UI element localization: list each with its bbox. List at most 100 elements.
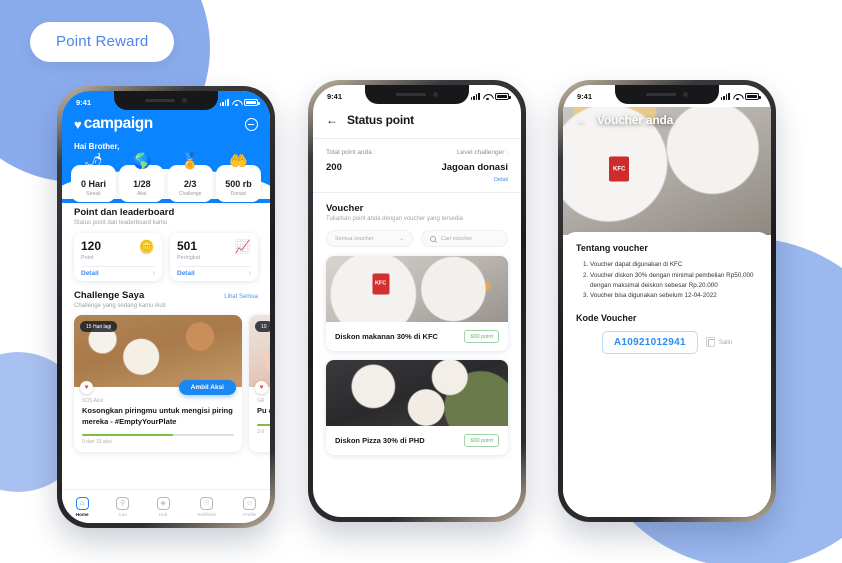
camera-icon <box>683 92 688 97</box>
challenge-section-title: Challenge Saya <box>74 290 145 302</box>
detail-link[interactable]: Detail <box>326 177 508 183</box>
back-arrow-icon[interactable]: ← <box>326 114 338 126</box>
copy-label: Salin <box>718 339 733 346</box>
tab-label: Cari <box>118 511 127 517</box>
stat-card-challenge[interactable]: 🏅 2/3 Challenge <box>167 154 213 202</box>
home-icon: ⌂ <box>75 496 89 510</box>
stats-row: 🌶 0 Hari Streak 🌎 1/28 Aksi 🏅 2/3 Challe… <box>62 154 270 202</box>
challenge-card[interactable]: 15 Hari lagi ♥ Ambil Aksi SOS Aksi Koson… <box>74 315 242 453</box>
phone-mockup-voucher-detail: 9:41 ← Voucher anda KFC Tentang voucher … <box>558 80 776 522</box>
search-icon: ⚲ <box>116 496 130 510</box>
home-body: Point dan leaderboard Status point dan l… <box>62 203 270 471</box>
progress-fill <box>257 423 270 427</box>
list-item: Voucher dapat digunakan di KFC <box>590 260 758 270</box>
voucher-image: KFC <box>326 256 508 322</box>
status-time: 9:41 <box>327 91 343 101</box>
copy-code-button[interactable]: Salin <box>706 337 733 348</box>
app-title: campaign <box>83 115 154 132</box>
point-reward-label: Point Reward <box>56 33 149 50</box>
battery-icon <box>495 92 511 100</box>
chart-up-icon: 📈 <box>234 239 251 254</box>
challenge-meta: GR <box>257 398 265 405</box>
voucher-filters: Semua voucher ⌄ Cari voucher <box>326 230 508 247</box>
voucher-hero-image: 9:41 ← Voucher anda KFC <box>563 85 771 235</box>
challenge-meta: SOS Aksi <box>82 398 104 405</box>
point-caption: Point <box>81 255 94 262</box>
level-label: Level challenger : <box>457 149 508 156</box>
challenge-section-subtitle: Challenge yang sedang kamu ikuti <box>74 303 166 310</box>
voucher-search-input[interactable]: Cari voucher <box>421 230 508 247</box>
point-section-subtitle: Status point dan leaderboard kamu <box>74 220 168 226</box>
tab-hub[interactable]: ◈ Hub <box>156 496 170 517</box>
voucher-detail-header: ← Voucher anda <box>563 107 771 127</box>
stat-card-donasi[interactable]: 🤲 500 rb Donasi <box>215 154 261 202</box>
coins-icon: 🪙 <box>138 239 155 254</box>
tab-label: Notifikasi <box>197 511 216 517</box>
donation-hand-icon: 🤲 <box>229 153 248 170</box>
chat-icon[interactable] <box>245 117 258 131</box>
brand-row: ♥ campaign <box>62 113 270 133</box>
point-card[interactable]: 120 Point 🪙 Detail › <box>74 233 162 282</box>
progress-bar <box>82 433 234 437</box>
signal-icon <box>720 92 730 100</box>
voucher-code-value[interactable]: A10921012941 <box>601 331 698 354</box>
voucher-card[interactable]: KFC Diskon makanan 30% di KFC 600 point <box>326 256 508 351</box>
hub-icon: ◈ <box>156 496 170 510</box>
tab-label: Hub <box>158 511 168 517</box>
voucher-title: Voucher <box>326 203 364 214</box>
divider <box>177 266 251 268</box>
tab-home[interactable]: ⌂ Home <box>75 496 89 517</box>
bottom-navigation: ⌂ Home ⚲ Cari ◈ Hub ☉ Notifikasi ☺ Profi… <box>62 489 270 523</box>
speaker-icon <box>145 98 175 103</box>
back-arrow-icon[interactable]: ← <box>576 114 588 126</box>
progress-fill <box>82 433 174 437</box>
voucher-points-badge: 600 point <box>464 434 499 447</box>
point-section-title: Point dan leaderboard <box>74 207 175 218</box>
voucher-code-row: A10921012941 Salin <box>576 331 758 354</box>
kfc-logo-icon: KFC <box>372 273 390 295</box>
voucher-filter-dropdown[interactable]: Semua voucher ⌄ <box>326 230 413 247</box>
chevron-right-icon: › <box>248 270 251 278</box>
tab-label: Profile <box>243 511 257 517</box>
about-voucher-title: Tentang voucher <box>576 243 648 253</box>
voucher-name: Diskon makanan 30% di KFC <box>335 332 438 341</box>
challenge-card[interactable]: 10 ♥ GR Pu # 3 d <box>249 315 270 453</box>
bell-icon: ☉ <box>199 496 213 510</box>
wifi-icon <box>733 93 742 100</box>
stat-value: 1/28 <box>133 179 151 189</box>
speaker-icon <box>396 92 426 97</box>
challenge-section-header: Challenge Saya Lihat Semua Challenge yan… <box>74 290 258 309</box>
stat-value: 0 Hari <box>80 179 106 189</box>
tab-profile[interactable]: ☺ Profile <box>243 496 257 517</box>
phone-notch <box>365 85 469 104</box>
tab-notifikasi[interactable]: ☉ Notifikasi <box>197 496 216 517</box>
stat-card-streak[interactable]: 🌶 0 Hari Streak <box>71 154 116 202</box>
stat-value: 2/3 <box>183 179 197 189</box>
profile-icon: ☺ <box>243 496 257 510</box>
challenge-title: Kosongkan piringmu untuk mengisi piring … <box>82 406 233 426</box>
progress-bar <box>257 423 270 427</box>
status-point-header: ← Status point <box>313 107 521 138</box>
take-action-button[interactable]: Ambil Aksi <box>178 380 236 396</box>
rank-value: 501 <box>177 239 198 253</box>
tab-cari[interactable]: ⚲ Cari <box>116 496 130 517</box>
wifi-icon <box>483 93 492 100</box>
streak-flame-icon: 🌶 <box>83 153 104 170</box>
voucher-name: Diskon Pizza 30% di PHD <box>335 436 425 445</box>
rank-card[interactable]: 501 Peringkat 📈 Detail › <box>170 233 258 282</box>
battery-icon <box>745 92 761 100</box>
heart-icon: ♥ <box>74 116 82 132</box>
signal-icon <box>219 98 229 106</box>
see-all-link[interactable]: Lihat Semua <box>224 294 258 300</box>
search-icon <box>430 235 436 242</box>
phone-notch <box>615 85 719 104</box>
status-time: 9:41 <box>76 97 92 107</box>
stat-card-aksi[interactable]: 🌎 1/28 Aksi <box>119 154 165 202</box>
detail-link[interactable]: Detail <box>81 270 99 277</box>
chevron-down-icon: ⌄ <box>399 235 404 242</box>
voucher-code-title: Kode Voucher <box>576 313 637 323</box>
voucher-card[interactable]: Diskon Pizza 30% di PHD 600 point <box>326 360 508 455</box>
rank-caption: Peringkat <box>177 255 201 262</box>
detail-link[interactable]: Detail <box>177 270 195 277</box>
challenge-carousel[interactable]: 15 Hari lagi ♥ Ambil Aksi SOS Aksi Koson… <box>74 315 270 453</box>
